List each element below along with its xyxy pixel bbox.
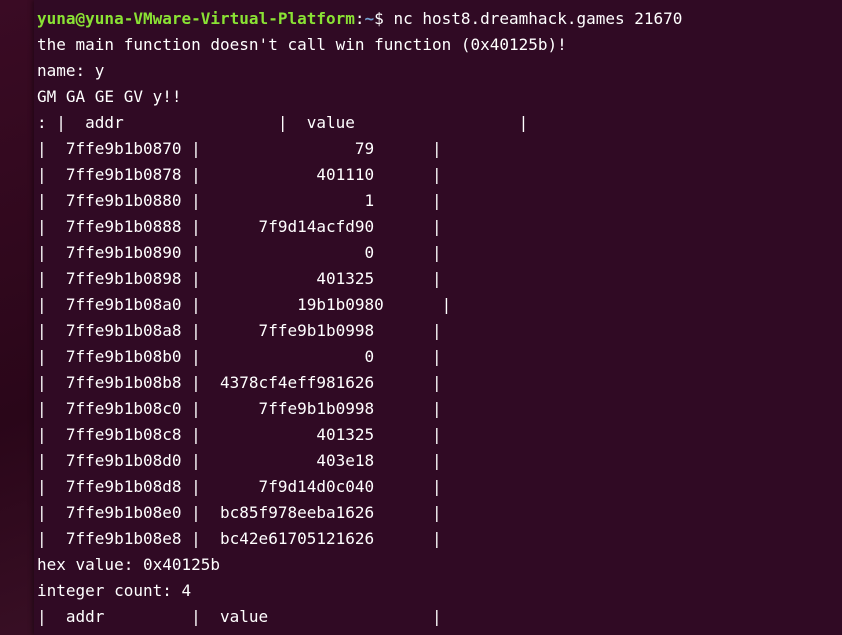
output-greeting: GM GA GE GV y!!	[37, 87, 182, 106]
terminal-window[interactable]: yuna@yuna-VMware-Virtual-Platform:~$ nc …	[34, 0, 842, 635]
table-row: | 7ffe9b1b0880 | 1 |	[37, 191, 442, 210]
table-header: : | addr | value |	[37, 113, 529, 132]
table-row: | 7ffe9b1b08e8 | bc42e61705121626 |	[37, 529, 442, 548]
table-row: | 7ffe9b1b08a8 | 7ffe9b1b0998 |	[37, 321, 442, 340]
table-row: | 7ffe9b1b0870 | 79 |	[37, 139, 442, 158]
prompt-separator: :	[354, 9, 365, 28]
table-row: | 7ffe9b1b08b8 | 4378cf4eff981626 |	[37, 373, 442, 392]
command-prompt-line: yuna@yuna-VMware-Virtual-Platform:~$ nc …	[37, 6, 682, 32]
table-row: | 7ffe9b1b0878 | 401110 |	[37, 165, 442, 184]
table-row: | 7ffe9b1b08a0 | 19b1b0980 |	[37, 295, 452, 314]
table-row: | 7ffe9b1b08e0 | bc85f978eeba1626 |	[37, 503, 442, 522]
table-row: | 7ffe9b1b08d8 | 7f9d14d0c040 |	[37, 477, 442, 496]
table-row: | 7ffe9b1b08b0 | 0 |	[37, 347, 442, 366]
output-hex-value: hex value: 0x40125b	[37, 555, 221, 574]
prompt-user-host: yuna@yuna-VMware-Virtual-Platform	[37, 9, 355, 28]
table2-header: | addr | value |	[37, 607, 442, 626]
output-name-line: name: y	[37, 61, 105, 80]
table-row: | 7ffe9b1b08c8 | 401325 |	[37, 425, 442, 444]
prompt-path: ~	[364, 9, 375, 28]
command-text: nc host8.dreamhack.games 21670	[393, 9, 683, 28]
table-row: | 7ffe9b1b0890 | 0 |	[37, 243, 442, 262]
table-row: | 7ffe9b1b08d0 | 403e18 |	[37, 451, 442, 470]
prompt-symbol: $	[374, 9, 394, 28]
table-row: | 7ffe9b1b0898 | 401325 |	[37, 269, 442, 288]
table-row: | 7ffe9b1b0888 | 7f9d14acfd90 |	[37, 217, 442, 236]
output-integer-count: integer count: 4	[37, 581, 192, 600]
output-message: the main function doesn't call win funct…	[37, 35, 567, 54]
table-row: | 7ffe9b1b08c0 | 7ffe9b1b0998 |	[37, 399, 442, 418]
